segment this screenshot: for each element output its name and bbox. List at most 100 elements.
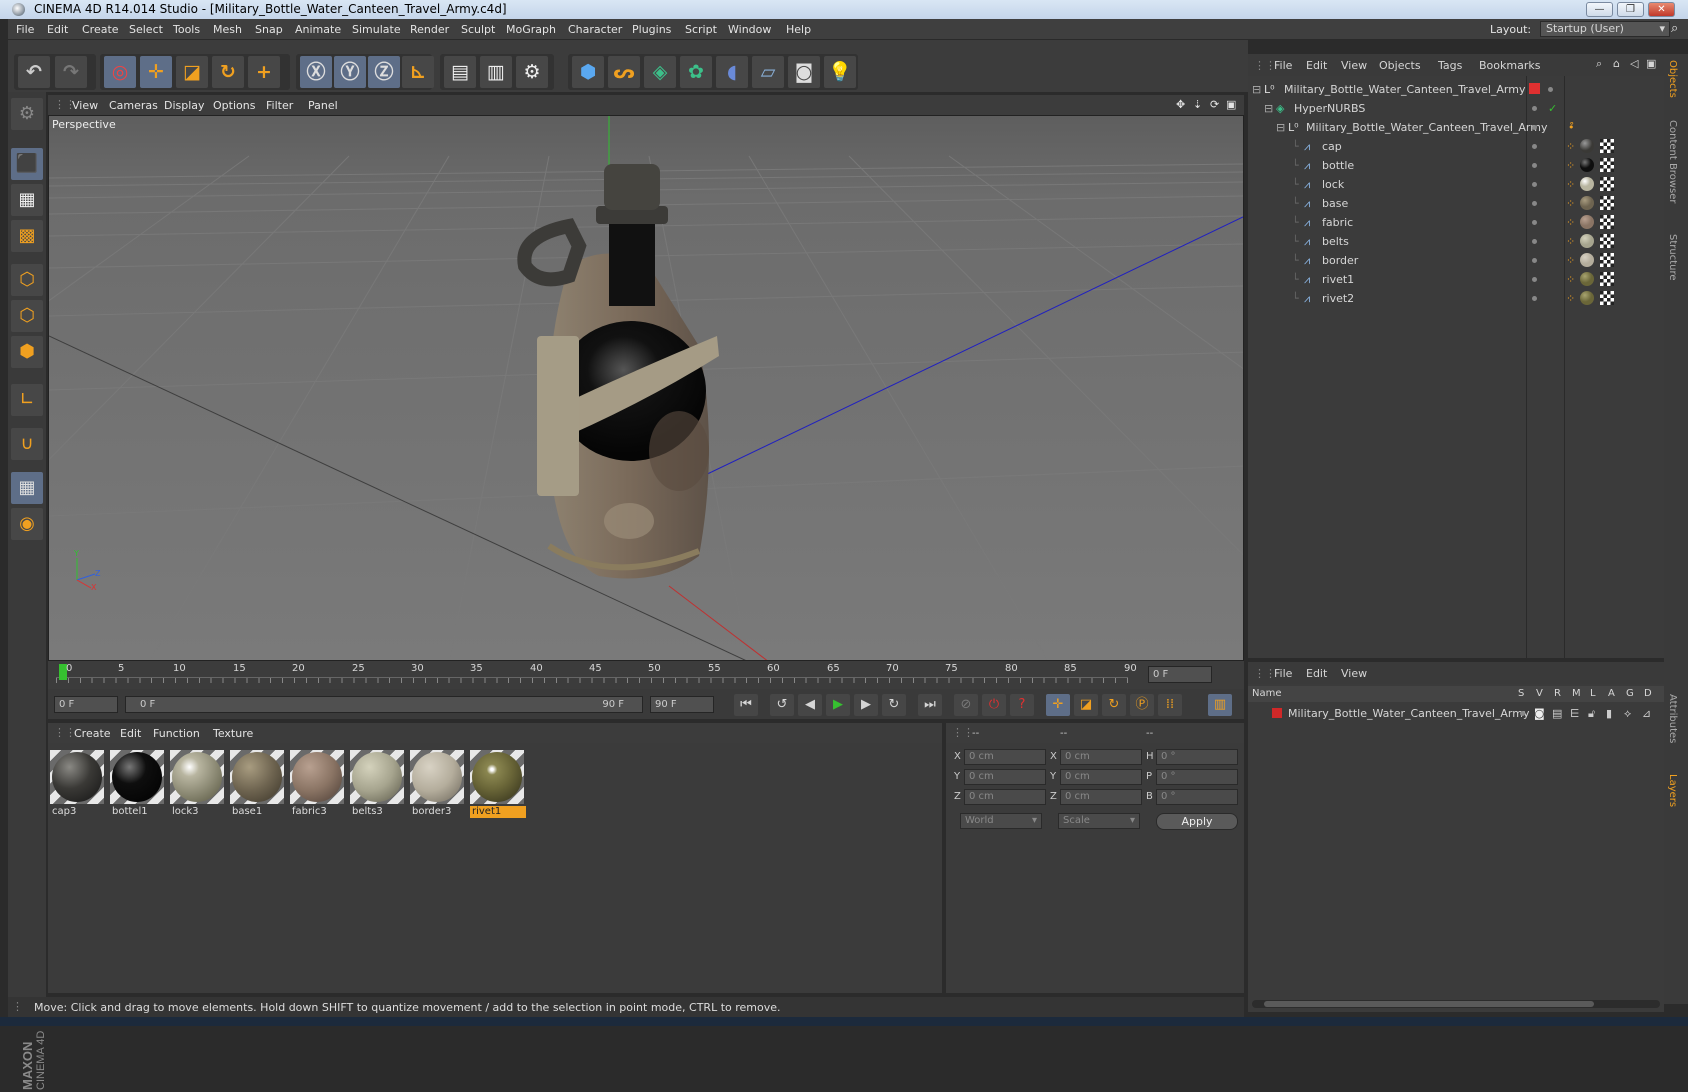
material-tag[interactable] <box>1580 177 1594 191</box>
close-button[interactable]: ✕ <box>1648 2 1675 17</box>
phong-tag-icon[interactable]: ⁘ <box>1566 178 1575 191</box>
material-tag[interactable] <box>1580 158 1594 172</box>
visibility-dot[interactable] <box>1532 277 1537 282</box>
z-axis-icon[interactable]: Ⓩ <box>368 56 400 88</box>
material-swatch[interactable]: base1 <box>228 748 286 820</box>
tab-structure[interactable]: Structure <box>1667 234 1678 281</box>
uvw-tag[interactable] <box>1600 158 1614 172</box>
collapse-icon[interactable]: ⊟ <box>1276 121 1285 134</box>
light-icon[interactable]: 💡 <box>824 56 856 88</box>
minimize-button[interactable]: — <box>1586 2 1613 17</box>
model-mode-icon[interactable]: ⬛ <box>11 148 43 180</box>
visibility-dot[interactable] <box>1532 144 1537 149</box>
object-row-child[interactable]: └ ⩘ lock ⁘ <box>1248 175 1664 194</box>
object-row-child[interactable]: └ ⩘ rivet1 ⁘ <box>1248 270 1664 289</box>
material-swatch[interactable]: bottel1 <box>108 748 166 820</box>
obj-menu-view[interactable]: View <box>1341 59 1367 72</box>
start-frame-field[interactable]: 0 F <box>54 696 118 713</box>
record-keys-icon[interactable]: ⊘ <box>954 694 978 716</box>
move-tool-icon[interactable]: ✛ <box>140 56 172 88</box>
array-icon[interactable]: ✿ <box>680 56 712 88</box>
points-mode-icon[interactable]: ⬡ <box>11 264 43 296</box>
visibility-dot[interactable] <box>1532 239 1537 244</box>
obj-menu-objects[interactable]: Objects <box>1379 59 1421 72</box>
object-row-hypernurbs[interactable]: ⊟ ◈ HyperNURBS ✓ <box>1248 99 1664 118</box>
menu-script[interactable]: Script <box>685 23 717 36</box>
y-axis-icon[interactable]: Ⓨ <box>334 56 366 88</box>
phong-tag-icon[interactable]: ⁘ <box>1566 273 1575 286</box>
render-view-icon[interactable]: ▤ <box>444 56 476 88</box>
live-selection-icon[interactable]: ◎ <box>104 56 136 88</box>
uvw-tag[interactable] <box>1600 253 1614 267</box>
apply-button[interactable]: Apply <box>1156 813 1238 830</box>
phong-tag-icon[interactable]: ⁘ <box>1566 254 1575 267</box>
floor-icon[interactable]: ▱ <box>752 56 784 88</box>
phong-tag-icon[interactable]: ⁘ <box>1566 216 1575 229</box>
position-z-field[interactable]: 0 cm <box>964 789 1046 805</box>
size-x-field[interactable]: 0 cm <box>1060 749 1142 765</box>
coord-mode-dropdown[interactable]: World ▾ <box>960 813 1042 829</box>
phong-tag-icon[interactable]: •̊ <box>1568 121 1575 134</box>
solo-toggle[interactable] <box>1520 711 1525 716</box>
transform-tool-icon[interactable]: + <box>248 56 280 88</box>
go-to-start-icon[interactable]: ⏮ <box>734 694 758 716</box>
phong-tag-icon[interactable]: ⁘ <box>1566 235 1575 248</box>
generator-icon[interactable]: ⟡ <box>1624 707 1631 721</box>
menu-mograph[interactable]: MoGraph <box>506 23 556 36</box>
position-y-field[interactable]: 0 cm <box>964 769 1046 785</box>
visibility-dot[interactable] <box>1532 182 1537 187</box>
menu-render[interactable]: Render <box>410 23 449 36</box>
timeline-ruler[interactable]: 0 5 10 15 20 25 30 35 40 45 50 55 60 65 … <box>48 661 1244 689</box>
menu-animate[interactable]: Animate <box>295 23 341 36</box>
render-picture-viewer-icon[interactable]: ▥ <box>480 56 512 88</box>
search-icon[interactable]: ⌕ <box>1596 57 1602 71</box>
tab-attributes[interactable]: Attributes <box>1667 694 1678 743</box>
collapse-icon[interactable]: ⊟ <box>1252 83 1261 96</box>
menu-window[interactable]: Window <box>728 23 771 36</box>
material-tag[interactable] <box>1580 291 1594 305</box>
object-row-child[interactable]: └ ⩘ rivet2 ⁘ <box>1248 289 1664 308</box>
menu-help[interactable]: Help <box>786 23 811 36</box>
drag-grip-icon[interactable]: ⋮⋮ <box>952 726 974 739</box>
camera-icon[interactable]: ◙ <box>788 56 820 88</box>
object-row-root[interactable]: ⊟ L⁰ Military_Bottle_Water_Canteen_Trave… <box>1248 80 1664 99</box>
uvw-tag[interactable] <box>1600 139 1614 153</box>
material-swatch[interactable]: lock3 <box>168 748 226 820</box>
menu-tools[interactable]: Tools <box>173 23 200 36</box>
layer-menu-file[interactable]: File <box>1274 667 1292 680</box>
new-view-icon[interactable]: ▣ <box>1646 57 1656 70</box>
rotate-tool-icon[interactable]: ↻ <box>212 56 244 88</box>
next-key-icon[interactable]: ↻ <box>882 694 906 716</box>
horizontal-scrollbar[interactable] <box>1252 1000 1660 1008</box>
material-swatch-selected[interactable]: rivet1 <box>468 748 526 820</box>
size-z-field[interactable]: 0 cm <box>1060 789 1142 805</box>
visibility-dot[interactable] <box>1532 296 1537 301</box>
layout-dropdown[interactable]: Startup (User) ▾ <box>1540 21 1670 37</box>
edges-mode-icon[interactable]: ⬡ <box>11 300 43 332</box>
material-tag[interactable] <box>1580 215 1594 229</box>
layer-row[interactable]: Military_Bottle_Water_Canteen_Travel_Arm… <box>1248 704 1664 723</box>
coord-scale-dropdown[interactable]: Scale ▾ <box>1058 813 1140 829</box>
menu-snap[interactable]: Snap <box>255 23 283 36</box>
material-swatch[interactable]: fabric3 <box>288 748 346 820</box>
render-settings-icon[interactable]: ⚙ <box>516 56 548 88</box>
drag-grip-icon[interactable]: ⋮⋮ <box>1254 667 1276 680</box>
dolly-view-icon[interactable]: ⇣ <box>1193 98 1202 111</box>
obj-menu-tags[interactable]: Tags <box>1438 59 1462 72</box>
menu-sculpt[interactable]: Sculpt <box>461 23 495 36</box>
material-tag[interactable] <box>1580 234 1594 248</box>
object-row-child[interactable]: └ ⩘ border ⁘ <box>1248 251 1664 270</box>
timeline-window-icon[interactable]: ▥ <box>1208 694 1232 716</box>
snap-magnet-icon[interactable]: ∪ <box>11 428 43 460</box>
collapse-icon[interactable]: ⊟ <box>1264 102 1273 115</box>
back-icon[interactable]: ◁ <box>1630 57 1638 70</box>
position-x-field[interactable]: 0 cm <box>964 749 1046 765</box>
auto-keying-icon[interactable]: ⏻ <box>982 694 1006 716</box>
uvw-tag[interactable] <box>1600 291 1614 305</box>
layer-menu-edit[interactable]: Edit <box>1306 667 1327 680</box>
size-y-field[interactable]: 0 cm <box>1060 769 1142 785</box>
viewport-camera-label[interactable]: Perspective <box>52 118 116 131</box>
phong-tag-icon[interactable]: ⁘ <box>1566 140 1575 153</box>
rotation-h-field[interactable]: 0 ° <box>1156 749 1238 765</box>
soft-selection-icon[interactable]: ◉ <box>11 508 43 540</box>
